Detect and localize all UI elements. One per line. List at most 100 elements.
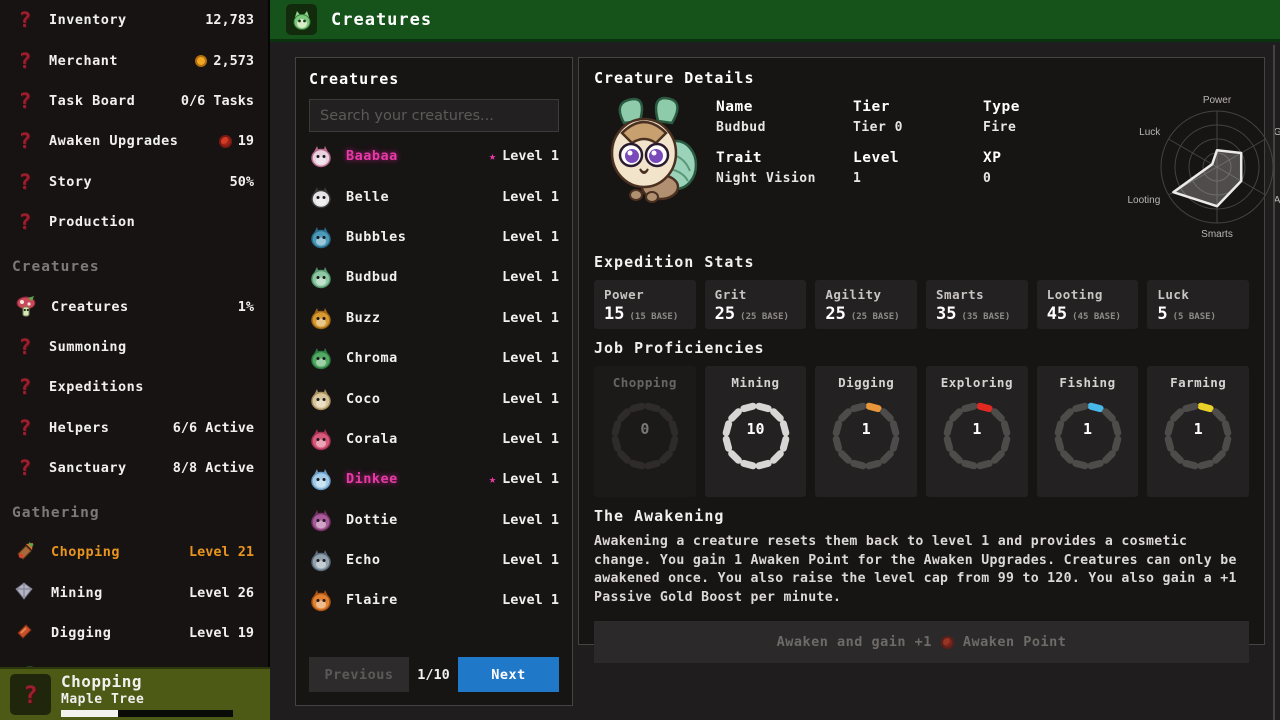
creature-level: Level 1 (502, 229, 559, 245)
stat-label: Smarts (936, 287, 1018, 302)
field-value: 1 (853, 171, 983, 186)
sidebar-item-label: Creatures (51, 299, 129, 315)
stat-base: (25 BASE) (740, 312, 789, 322)
previous-page-button[interactable]: Previous (309, 657, 409, 692)
sidebar-item-label: Story (49, 174, 92, 190)
field-value: Tier 0 (853, 120, 983, 135)
sidebar-item-value: Level 26 (189, 585, 254, 601)
sidebar-item-creatures[interactable]: Creatures1% (0, 286, 268, 326)
sidebar-item-label: Chopping (51, 544, 120, 560)
sidebar-item-summoning[interactable]: ?Summoning (0, 327, 268, 367)
creature-row-bubbles[interactable]: BubblesLevel 1 (309, 217, 559, 257)
creature-row-buzz[interactable]: Buzz Level 1 (309, 298, 559, 338)
active-task-status-bar[interactable]: ? Chopping Maple Tree (0, 667, 270, 720)
unknown-question-icon: ? (14, 416, 36, 440)
job-card-exploring: Exploring1 (926, 366, 1028, 497)
unknown-question-icon: ? (14, 170, 36, 194)
sidebar-section-header: Gathering (0, 494, 268, 532)
sidebar-item-digging[interactable]: DiggingLevel 19 (0, 613, 268, 653)
sidebar-item-inventory[interactable]: ?Inventory12,783 (0, 0, 268, 40)
chopping-icon (14, 540, 38, 564)
creature-row-coco[interactable]: CocoLevel 1 (309, 378, 559, 418)
creature-fields: NameBudbudTierTier 0TypeFireTraitNight V… (716, 99, 1113, 243)
sidebar-item-awaken-upgrades[interactable]: ?Awaken Upgrades19 (0, 121, 268, 161)
sidebar-nav: ?Inventory12,783?Merchant2,573?Task Boar… (0, 0, 268, 694)
active-task-title: Chopping (61, 672, 233, 691)
job-value: 1 (926, 420, 1028, 438)
job-value: 10 (705, 420, 807, 438)
expedition-stats-title: Expedition Stats (594, 253, 1249, 271)
sidebar-item-chopping[interactable]: ChoppingLevel 21 (0, 532, 268, 572)
creature-row-belle[interactable]: BelleLevel 1 (309, 176, 559, 216)
sidebar-item-value: 6/6 Active (173, 420, 254, 436)
creature-row-corala[interactable]: CoralaLevel 1 (309, 419, 559, 459)
sidebar-section-header: Creatures (0, 248, 268, 286)
stat-label: Luck (1157, 287, 1239, 302)
field-value: Budbud (716, 120, 853, 135)
active-task-info: Chopping Maple Tree (61, 672, 233, 717)
svg-text:Power: Power (1203, 95, 1232, 106)
stat-label: Power (604, 287, 686, 302)
sidebar-item-merchant[interactable]: ?Merchant2,573 (0, 40, 268, 80)
field-label: Trait (716, 150, 853, 166)
creature-row-baabaa[interactable]: Baabaa★Level 1 (309, 136, 559, 176)
awaken-button-suffix: Awaken Point (963, 634, 1067, 650)
dinkee-sprite-icon (309, 467, 333, 491)
creature-row-flaire[interactable]: FlaireLevel 1 (309, 580, 559, 620)
sidebar-item-helpers[interactable]: ?Helpers6/6 Active (0, 408, 268, 448)
creature-name: Buzz (346, 310, 381, 326)
sidebar-item-task-board[interactable]: ?Task Board0/6 Tasks (0, 81, 268, 121)
field-value: 0 (983, 171, 1113, 186)
job-value: 1 (1147, 420, 1249, 438)
sidebar-item-value: 50% (230, 174, 254, 190)
creature-details-title: Creature Details (594, 69, 1249, 87)
awakened-star-icon: ★ (489, 149, 496, 163)
awaken-button[interactable]: Awaken and gain +1 Awaken Point (594, 621, 1249, 663)
job-proficiency-cards: Chopping0Mining10Digging1Exploring1Fishi… (594, 366, 1249, 497)
next-page-button[interactable]: Next (458, 657, 559, 692)
creature-glyph (290, 8, 314, 32)
stat-label: Grit (715, 287, 797, 302)
svg-text:Smarts: Smarts (1201, 229, 1233, 239)
stat-base: (45 BASE) (1072, 312, 1121, 322)
job-card-fishing: Fishing 1 (1037, 366, 1139, 497)
coco-sprite-icon (309, 387, 333, 411)
creatures-app-icon (286, 4, 317, 35)
page-indicator: 1/10 (417, 667, 450, 683)
awaken-button-prefix: Awaken and gain +1 (777, 634, 932, 650)
creature-row-dottie[interactable]: DottieLevel 1 (309, 500, 559, 540)
sidebar-item-production[interactable]: ?Production (0, 202, 268, 242)
job-value: 1 (1037, 420, 1139, 438)
field-name: NameBudbud (716, 99, 853, 135)
budbud-sprite-icon (309, 265, 333, 289)
field-xp: XP0 (983, 150, 1113, 186)
sidebar-item-value: Level 19 (189, 625, 254, 641)
sidebar-item-sanctuary[interactable]: ?Sanctuary8/8 Active (0, 448, 268, 488)
search-input[interactable] (309, 99, 559, 132)
creature-row-echo[interactable]: EchoLevel 1 (309, 540, 559, 580)
creature-name: Corala (346, 431, 398, 447)
creature-row-chroma[interactable]: ChromaLevel 1 (309, 338, 559, 378)
sidebar-item-expeditions[interactable]: ?Expeditions (0, 367, 268, 407)
job-label: Fishing (1059, 375, 1115, 390)
gold-coin-icon (195, 55, 207, 67)
creature-row-dinkee[interactable]: Dinkee★Level 1 (309, 459, 559, 499)
sidebar-item-story[interactable]: ? Story 50% (0, 162, 268, 202)
stat-card-agility: Agility25(25 BASE) (815, 280, 917, 329)
creature-level: Level 1 (502, 592, 559, 608)
creature-name: Belle (346, 189, 389, 205)
stat-base: (15 BASE) (629, 312, 678, 322)
scrollbar[interactable] (1273, 45, 1275, 720)
creature-level: Level 1 (502, 310, 559, 326)
job-card-digging: Digging1 (815, 366, 917, 497)
creature-level: Level 1 (502, 269, 559, 285)
details-header: NameBudbudTierTier 0TypeFireTraitNight V… (594, 93, 1249, 243)
field-label: Type (983, 99, 1113, 115)
unknown-question-icon: ? (14, 49, 36, 73)
sidebar-item-mining[interactable]: MiningLevel 26 (0, 573, 268, 613)
creature-row-budbud[interactable]: BudbudLevel 1 (309, 257, 559, 297)
stats-radar-chart: PowerGritAgilitySmartsLootingLuck (1113, 87, 1280, 243)
mining-icon (14, 581, 38, 605)
creature-name: Dinkee (346, 471, 398, 487)
sidebar-item-label: Expeditions (49, 379, 144, 395)
